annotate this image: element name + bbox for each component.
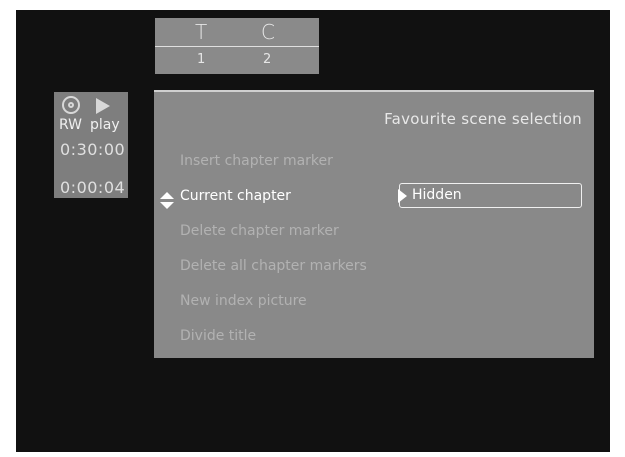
chapter-header: C xyxy=(261,20,275,44)
elapsed-time: 0:00:04 xyxy=(60,178,126,197)
menu-item-insert-chapter-marker[interactable]: Insert chapter marker xyxy=(180,153,333,169)
menu-item-divide-title[interactable]: Divide title xyxy=(180,328,256,344)
play-icon xyxy=(96,98,110,114)
menu-item-current-chapter[interactable]: Current chapter xyxy=(180,188,291,204)
menu-item-delete-all-chapter-markers[interactable]: Delete all chapter markers xyxy=(180,258,367,274)
playback-status-panel: RW play 0:30:00 0:00:04 xyxy=(54,92,128,198)
current-chapter-value: Hidden xyxy=(412,187,462,203)
title-header: T xyxy=(195,20,208,44)
up-down-arrows-icon xyxy=(160,192,174,210)
disc-icon xyxy=(62,96,80,114)
title-chapter-indicator: T C 1 2 xyxy=(155,18,319,74)
current-chapter-value-selector[interactable]: Hidden xyxy=(398,183,582,208)
right-arrow-icon xyxy=(398,189,407,203)
disc-type-label: RW xyxy=(59,117,83,133)
tv-screen: T C 1 2 RW play 0:30:00 0:00:04 Favourit… xyxy=(16,10,610,452)
menu-item-new-index-picture[interactable]: New index picture xyxy=(180,293,307,309)
play-mode-label: play xyxy=(90,117,120,133)
title-number: 1 xyxy=(197,52,206,67)
chapter-number: 2 xyxy=(263,52,272,67)
menu-title: Favourite scene selection xyxy=(384,110,582,128)
title-chapter-header: T C xyxy=(155,18,319,47)
total-time: 0:30:00 xyxy=(60,140,126,159)
favourite-scene-menu: Favourite scene selection Insert chapter… xyxy=(154,90,594,358)
menu-item-delete-chapter-marker[interactable]: Delete chapter marker xyxy=(180,223,339,239)
